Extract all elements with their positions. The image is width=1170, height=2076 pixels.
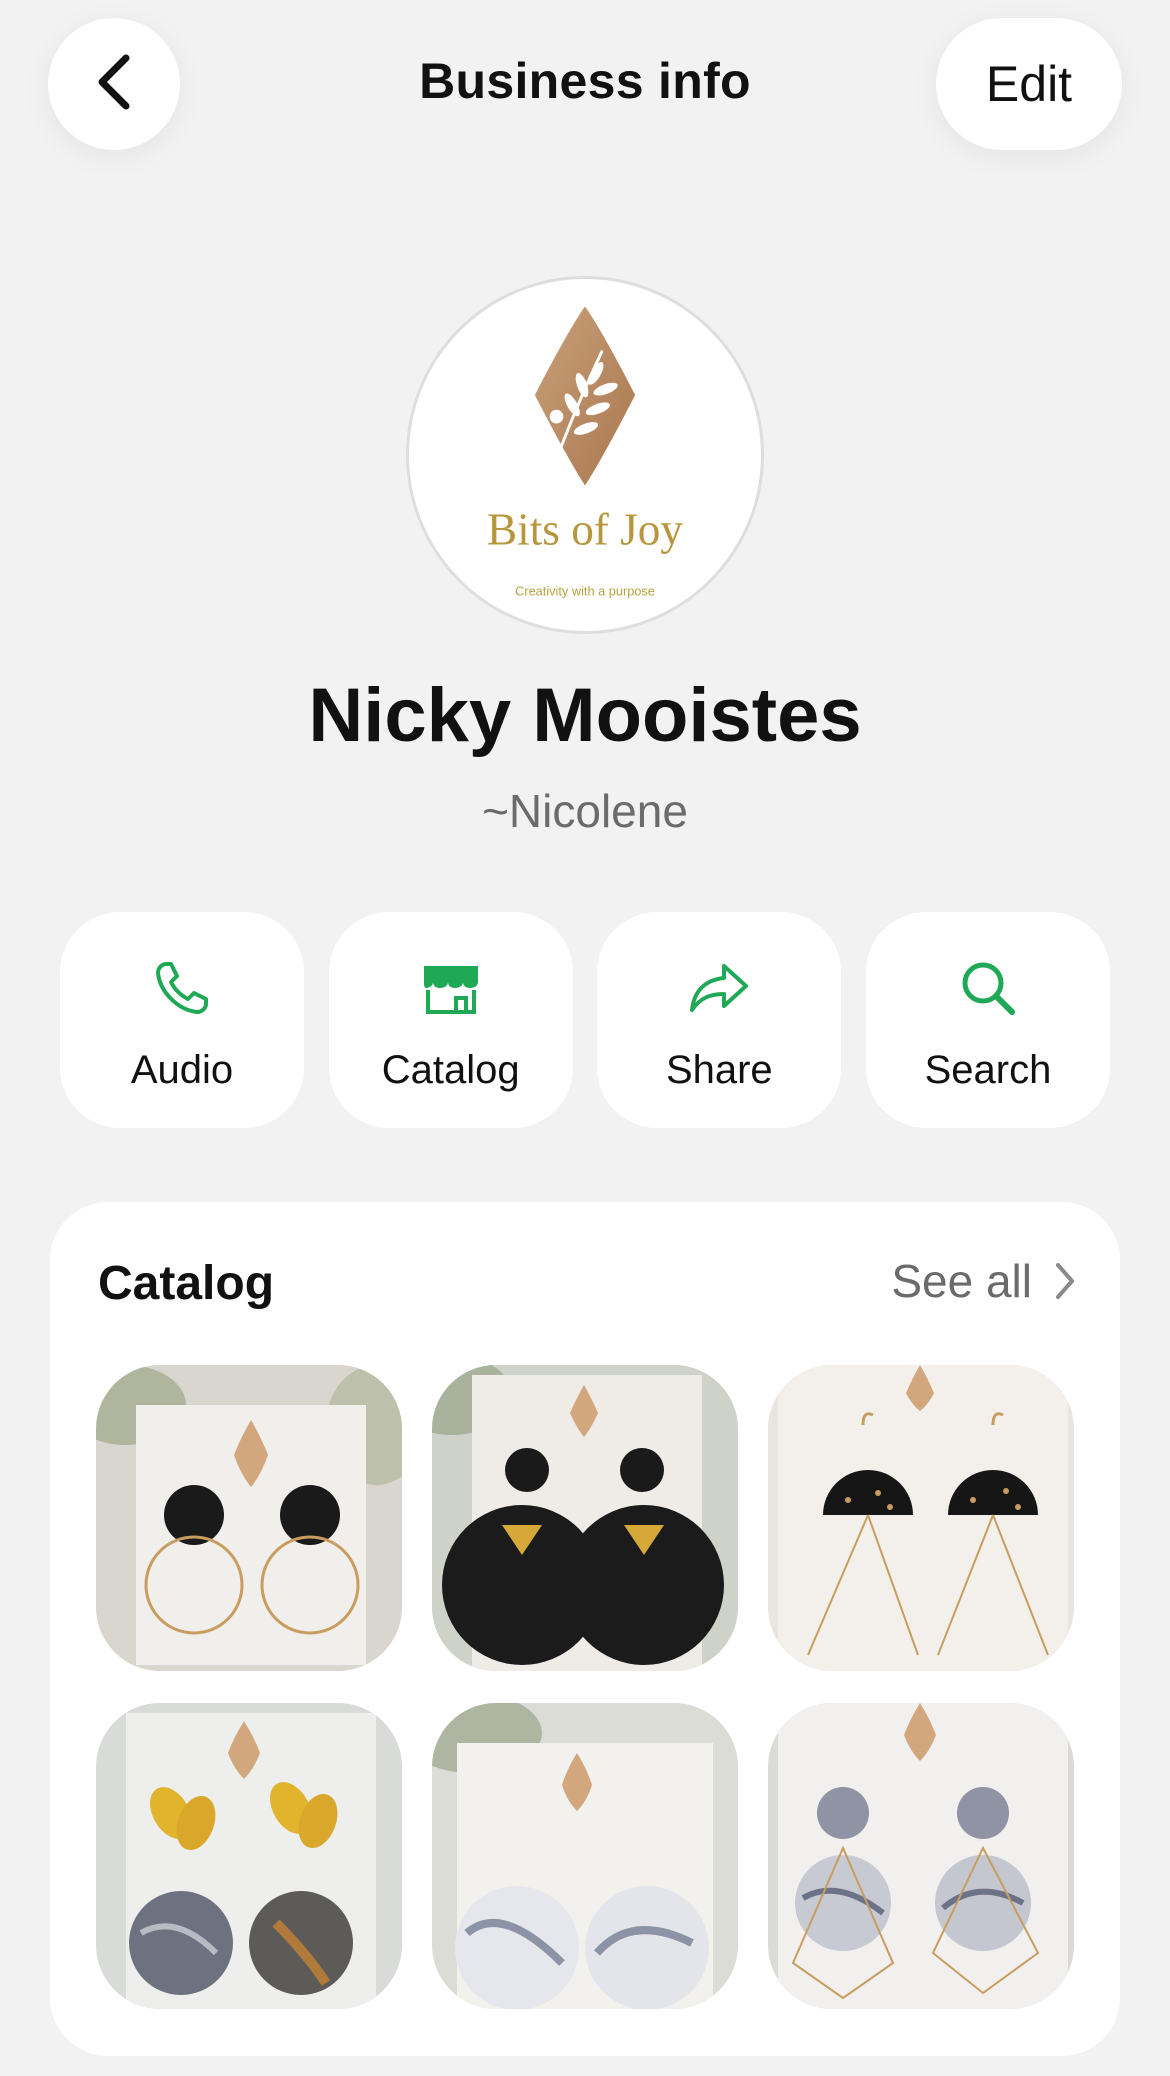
product-image [96, 1703, 402, 2009]
search-icon [958, 956, 1018, 1020]
audio-label: Audio [130, 1048, 234, 1092]
phone-icon [152, 956, 212, 1020]
catalog-section: Catalog See all [50, 1202, 1120, 2056]
audio-call-button[interactable]: Audio [60, 912, 304, 1128]
catalog-item[interactable] [432, 1703, 738, 2009]
chevron-right-icon [1054, 1261, 1076, 1301]
storefront-icon [420, 956, 482, 1020]
catalog-label: Catalog [381, 1048, 520, 1092]
logo-tagline: Creativity with a purpose [515, 584, 655, 599]
product-image [432, 1703, 738, 2009]
catalog-item[interactable] [96, 1365, 402, 1671]
share-arrow-icon [688, 956, 750, 1020]
business-name: Nicky Mooistes [308, 673, 862, 758]
search-label: Search [924, 1048, 1052, 1092]
action-row: Audio Catalog Share Search [60, 912, 1110, 1128]
catalog-title: Catalog [98, 1257, 275, 1310]
product-image [768, 1703, 1074, 2009]
catalog-item[interactable] [96, 1703, 402, 2009]
share-button[interactable]: Share [597, 912, 842, 1128]
see-all-link[interactable]: See all [891, 1254, 1076, 1308]
business-subtitle: ~Nicolene [482, 785, 688, 837]
business-avatar[interactable]: Bits of Joy Creativity with a purpose [406, 276, 764, 634]
share-label: Share [665, 1048, 773, 1092]
catalog-grid [96, 1365, 1074, 2009]
catalog-item[interactable] [432, 1365, 738, 1671]
product-image [96, 1365, 402, 1671]
product-image [432, 1365, 738, 1671]
bits-of-joy-logo: Bits of Joy Creativity with a purpose [487, 306, 683, 599]
edit-button[interactable]: Edit [936, 18, 1122, 150]
search-button[interactable]: Search [865, 912, 1110, 1128]
catalog-button[interactable]: Catalog [328, 912, 573, 1128]
see-all-label: See all [891, 1255, 1032, 1307]
catalog-item[interactable] [768, 1703, 1074, 2009]
catalog-item[interactable] [768, 1365, 1074, 1671]
product-image [768, 1365, 1074, 1671]
logo-text: Bits of Joy [487, 504, 683, 554]
